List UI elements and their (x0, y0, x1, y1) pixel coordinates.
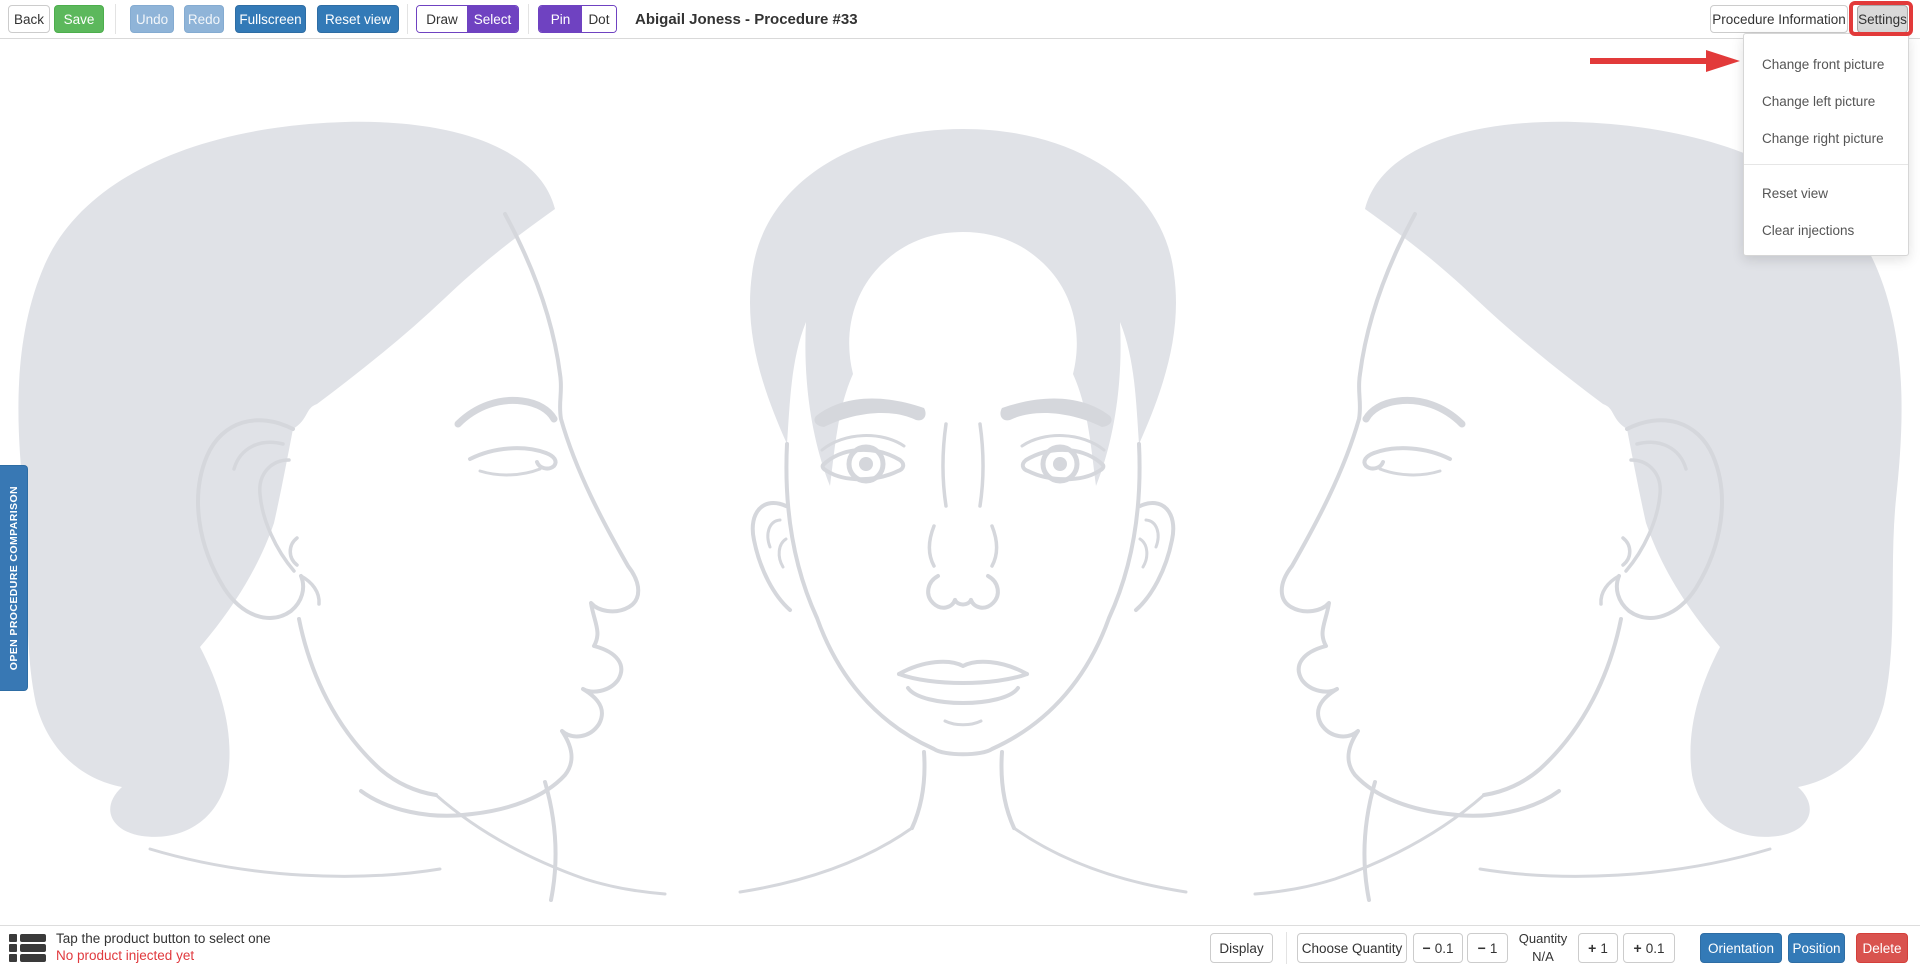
front-face[interactable] (728, 114, 1198, 959)
select-toggle[interactable]: Select (467, 6, 518, 32)
toolbar-separator (407, 4, 408, 34)
minus-icon: − (1478, 940, 1486, 956)
increase-quantity-small-button[interactable]: +0.1 (1623, 933, 1675, 963)
undo-button[interactable]: Undo (130, 5, 174, 33)
choose-quantity-button[interactable]: Choose Quantity (1297, 933, 1407, 963)
increase-quantity-big-button[interactable]: +1 (1578, 933, 1618, 963)
increase-big-value: 1 (1600, 941, 1608, 956)
menu-item-change-right-picture[interactable]: Change right picture (1744, 120, 1908, 157)
settings-button[interactable]: Settings (1857, 5, 1908, 33)
left-profile-face[interactable] (0, 114, 670, 959)
footer-separator (1286, 932, 1287, 964)
quantity-display: Quantity N/A (1514, 930, 1572, 965)
product-list-icon[interactable] (9, 934, 47, 964)
front-face-illustration (728, 114, 1198, 959)
menu-divider (1744, 164, 1908, 165)
pin-dot-toggle: Pin Dot (538, 5, 617, 33)
minus-icon: − (1423, 940, 1431, 956)
increase-small-value: 0.1 (1646, 941, 1665, 956)
quantity-value: N/A (1514, 948, 1572, 966)
decrease-quantity-small-button[interactable]: −0.1 (1413, 933, 1463, 963)
quantity-label: Quantity (1514, 930, 1572, 948)
save-button[interactable]: Save (54, 5, 104, 33)
reset-view-button[interactable]: Reset view (317, 5, 399, 33)
position-button[interactable]: Position (1788, 933, 1845, 963)
back-button[interactable]: Back (8, 5, 50, 33)
page-title: Abigail Joness - Procedure #33 (635, 0, 858, 38)
menu-item-clear-injections[interactable]: Clear injections (1744, 212, 1908, 249)
fullscreen-button[interactable]: Fullscreen (235, 5, 306, 33)
toolbar: Back Save Undo Redo Fullscreen Reset vie… (0, 0, 1920, 39)
draw-select-toggle: Draw Select (416, 5, 519, 33)
menu-item-change-left-picture[interactable]: Change left picture (1744, 83, 1908, 120)
toolbar-separator (115, 4, 116, 34)
bottom-bar: Tap the product button to select one No … (0, 925, 1920, 969)
delete-button[interactable]: Delete (1856, 933, 1908, 963)
plus-icon: + (1634, 940, 1642, 956)
decrease-quantity-big-button[interactable]: −1 (1467, 933, 1508, 963)
product-hint-text: Tap the product button to select one (56, 931, 271, 946)
toolbar-separator (528, 4, 529, 34)
dot-toggle[interactable]: Dot (582, 6, 616, 32)
open-procedure-comparison-tab[interactable]: OPEN PROCEDURE COMPARISON (0, 465, 28, 691)
settings-dropdown-menu: Change front picture Change left picture… (1743, 33, 1909, 256)
open-procedure-comparison-label: OPEN PROCEDURE COMPARISON (8, 486, 20, 670)
menu-item-change-front-picture[interactable]: Change front picture (1744, 46, 1908, 83)
no-product-warning-text: No product injected yet (56, 948, 194, 963)
draw-toggle[interactable]: Draw (417, 6, 467, 32)
procedure-information-button[interactable]: Procedure Information (1710, 5, 1848, 33)
decrease-small-value: 0.1 (1435, 941, 1454, 956)
plus-icon: + (1588, 940, 1596, 956)
display-button[interactable]: Display (1210, 933, 1273, 963)
pin-toggle[interactable]: Pin (539, 6, 582, 32)
left-profile-face-illustration (0, 114, 670, 959)
decrease-big-value: 1 (1490, 941, 1498, 956)
menu-item-reset-view[interactable]: Reset view (1744, 175, 1908, 212)
injection-canvas[interactable] (0, 39, 1920, 925)
redo-button[interactable]: Redo (184, 5, 224, 33)
orientation-button[interactable]: Orientation (1700, 933, 1782, 963)
